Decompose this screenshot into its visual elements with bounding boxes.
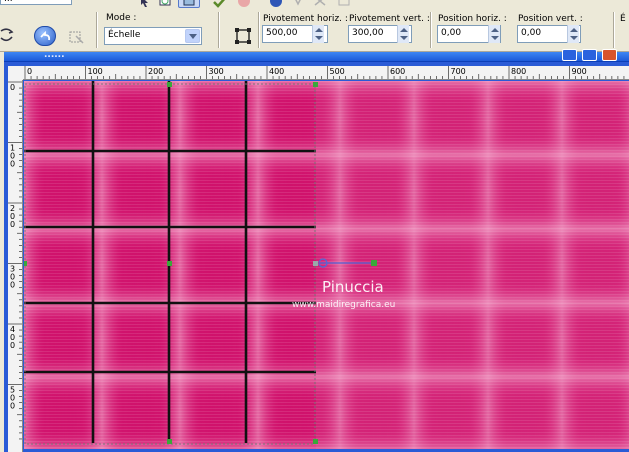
handle-right[interactable] [313,261,318,266]
watermark-url: www.maidiregrafica.eu [292,300,395,310]
h-ruler-label: 900 [572,67,587,76]
pivot-horizontal-value: 500,00 [266,28,298,38]
window-titlebar[interactable]: ...... [4,49,629,62]
position-vertical-value: 0,00 [521,28,542,38]
minimize-button[interactable] [562,49,577,61]
vertical-ruler: 0100200300400500 [8,80,23,452]
pivot-horizontal-label: Pivotement horiz. : [263,14,348,24]
pivot-vertical-label: Pivotement vert. : [349,14,430,24]
canvas-image: Pinuccia www.maidiregrafica.eu [24,81,629,449]
apply-icon[interactable] [212,0,228,8]
h-ruler-label: 800 [511,67,526,76]
deform-icon [183,0,195,6]
disabled-tool-icon [295,0,301,6]
maximize-button[interactable] [582,49,597,61]
watermark-name: Pinuccia [322,278,384,296]
h-ruler-label: 100 [88,67,103,76]
window-title: ...... [44,50,65,60]
default-settings-icon[interactable] [66,28,86,46]
h-ruler-label: 600 [390,67,405,76]
handle-center[interactable] [167,261,172,266]
position-vertical-spinner[interactable] [567,25,579,43]
transform-icon[interactable] [158,0,174,8]
preset-menu-icon[interactable] [0,27,14,43]
reset-button[interactable] [34,26,56,46]
horizontal-ruler-ticks: 0 100 200 300 400 500 600 700 800 900 [24,66,625,79]
image-canvas[interactable]: Pinuccia www.maidiregrafica.eu [24,81,629,449]
rotation-handle[interactable] [371,260,377,266]
h-ruler-label: 0 [27,67,32,76]
h-ruler-label: 700 [451,67,466,76]
position-horizontal-label: Position horiz. : [438,14,507,24]
h-ruler-label: 200 [148,67,163,76]
position-horizontal-value: 0,00 [441,28,462,38]
horizontal-ruler: 0 100 200 300 400 500 600 700 800 900 [23,66,629,80]
handle-bottom[interactable] [167,439,172,444]
v-ruler-label: 0 [10,83,15,92]
handle-left[interactable] [24,261,27,266]
h-ruler-label: 400 [269,67,284,76]
handle-top-right[interactable] [313,82,318,87]
vertical-ruler-ticks: 0100200300400500 [8,81,22,440]
pivot-vertical-spinner[interactable] [397,25,409,43]
v-ruler-label: 0 [10,160,15,169]
preset-combo[interactable]: ... [0,0,72,5]
disabled-tool-icon-2 [314,0,326,6]
chevron-down-icon[interactable] [185,29,200,43]
mode-select[interactable]: Échelle [104,27,202,45]
v-ruler-label: 0 [10,402,15,411]
position-horizontal-spinner[interactable] [488,25,500,43]
disabled-tool-icon-3 [338,0,350,6]
mode-label: Mode : [106,13,137,23]
cut-off-label: É [620,14,626,24]
h-ruler-label: 500 [330,67,345,76]
pivot-vertical-value: 300,00 [352,28,384,38]
v-ruler-label: 0 [10,281,15,290]
handle-bottom-right[interactable] [313,439,318,444]
position-vertical-label: Position vert. : [518,14,583,24]
cancel-icon[interactable] [236,0,252,8]
pick-tool-icon[interactable] [138,0,154,8]
selected-tool-button[interactable] [178,0,200,8]
reset-icon [40,30,51,41]
preset-value: ... [4,0,13,4]
tool-options-toolbar: ram. : ... Mode : Échelle Pivotement hor… [0,0,629,52]
v-ruler-label: 0 [10,220,15,229]
pivot-horizontal-spinner[interactable] [312,25,324,43]
transform-mode-icon[interactable] [234,27,252,45]
handle-top[interactable] [167,82,172,87]
v-ruler-label: 0 [10,341,15,350]
ruler-corner [8,66,23,80]
mode-select-value: Échelle [108,30,141,40]
close-button[interactable] [602,49,617,61]
help-icon[interactable] [268,0,284,8]
h-ruler-label: 300 [209,67,224,76]
